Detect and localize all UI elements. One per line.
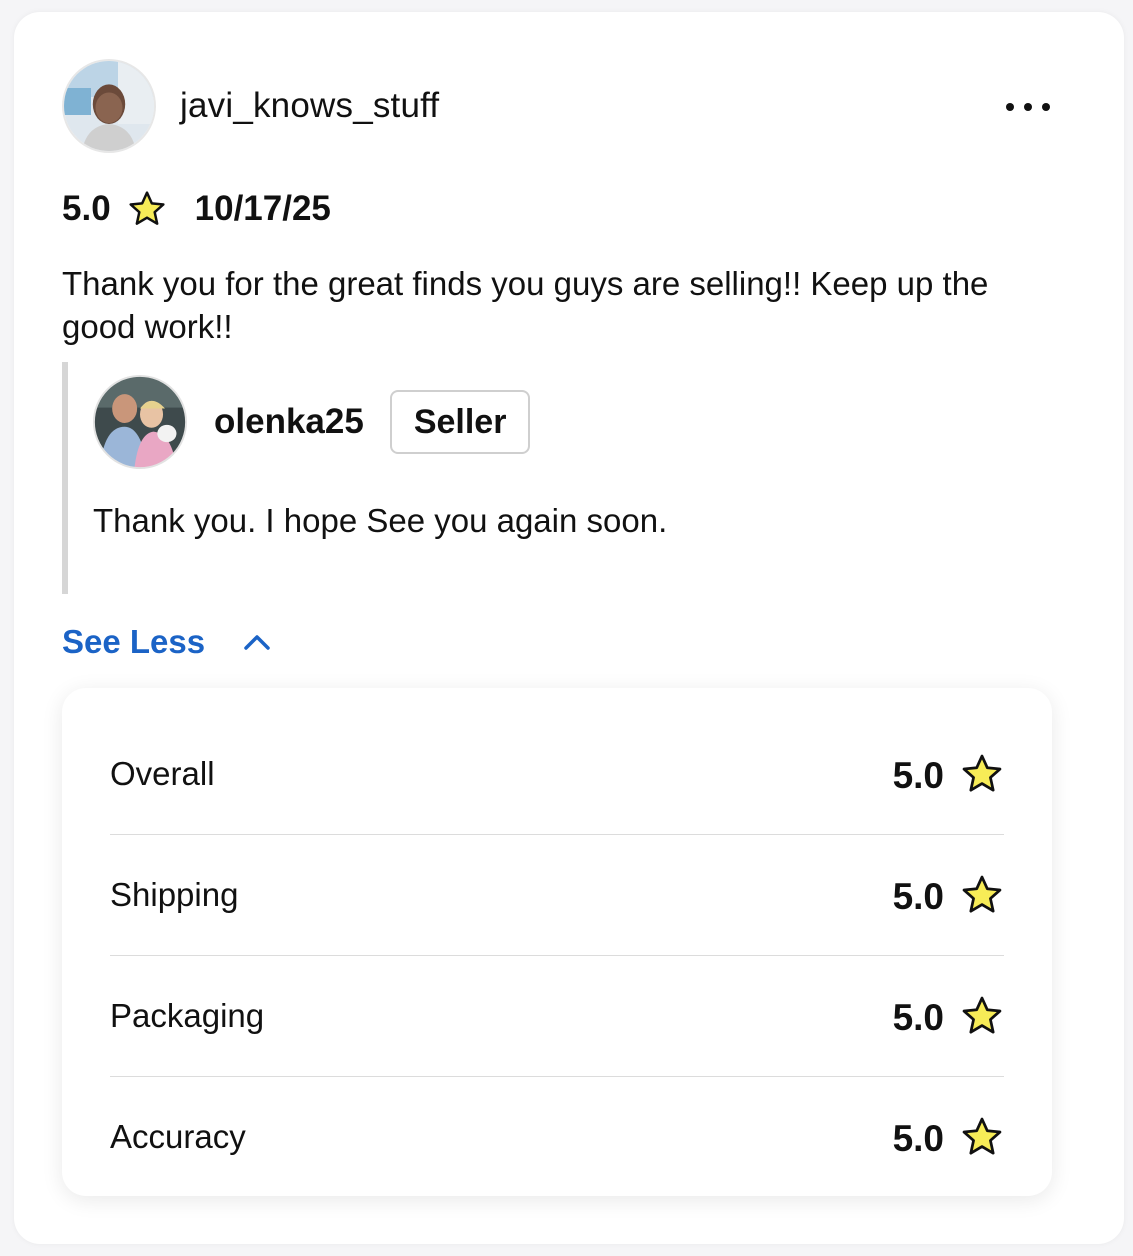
category-score: 5.0 <box>893 993 1004 1039</box>
reviewer-header: javi_knows_stuff <box>62 58 439 154</box>
reply-text: Thank you. I hope See you again soon. <box>93 502 668 539</box>
reviewer-avatar-image <box>64 61 154 151</box>
review-date: 10/17/25 <box>194 189 331 228</box>
category-label: Packaging <box>110 997 265 1034</box>
dot <box>1042 103 1050 111</box>
reviewer-avatar[interactable] <box>62 59 156 153</box>
category-label: Overall <box>110 755 215 792</box>
see-less-label: See Less <box>62 623 206 660</box>
category-label: Shipping <box>110 876 239 913</box>
seller-reply: olenka25 Seller Thank you. I hope See yo… <box>62 362 1028 594</box>
seller-badge: Seller <box>389 390 531 454</box>
reviewer-username[interactable]: javi_knows_stuff <box>180 86 439 126</box>
dot <box>1006 103 1014 111</box>
review-rating-value: 5.0 <box>62 189 111 228</box>
category-label: Accuracy <box>110 1118 246 1155</box>
star-icon <box>962 875 1002 913</box>
dot <box>1024 103 1032 111</box>
review-text: Thank you for the great finds you guys a… <box>62 265 989 345</box>
category-score-value: 5.0 <box>892 755 944 796</box>
more-options-icon[interactable] <box>1006 92 1050 122</box>
breakdown-row-packaging: Packaging 5.0 <box>110 956 1004 1077</box>
reply-header: olenka25 Seller <box>92 374 531 470</box>
review-card: javi_knows_stuff 5.0 10/17/25 Thank you … <box>14 12 1124 1244</box>
category-score-value: 5.0 <box>892 876 944 917</box>
seller-username[interactable]: olenka25 <box>214 402 364 442</box>
star-icon <box>962 1117 1002 1155</box>
category-score: 5.0 <box>893 751 1004 797</box>
category-score-value: 5.0 <box>892 1118 944 1159</box>
review-rating-row: 5.0 10/17/25 <box>62 184 331 234</box>
breakdown-row-shipping: Shipping 5.0 <box>110 835 1004 956</box>
see-less-button[interactable]: See Less <box>62 620 271 664</box>
star-icon <box>962 996 1002 1034</box>
chevron-up-icon <box>244 635 270 650</box>
category-score: 5.0 <box>893 1114 1004 1160</box>
category-score: 5.0 <box>893 872 1004 918</box>
rating-breakdown: Overall 5.0 Shipping 5.0 Packaging 5.0 A… <box>62 688 1052 1196</box>
star-icon <box>962 754 1002 792</box>
breakdown-row-accuracy: Accuracy 5.0 <box>110 1077 1004 1197</box>
breakdown-row-overall: Overall 5.0 <box>110 714 1004 835</box>
category-score-value: 5.0 <box>892 997 944 1038</box>
seller-avatar[interactable] <box>92 374 188 470</box>
star-icon <box>129 191 165 225</box>
